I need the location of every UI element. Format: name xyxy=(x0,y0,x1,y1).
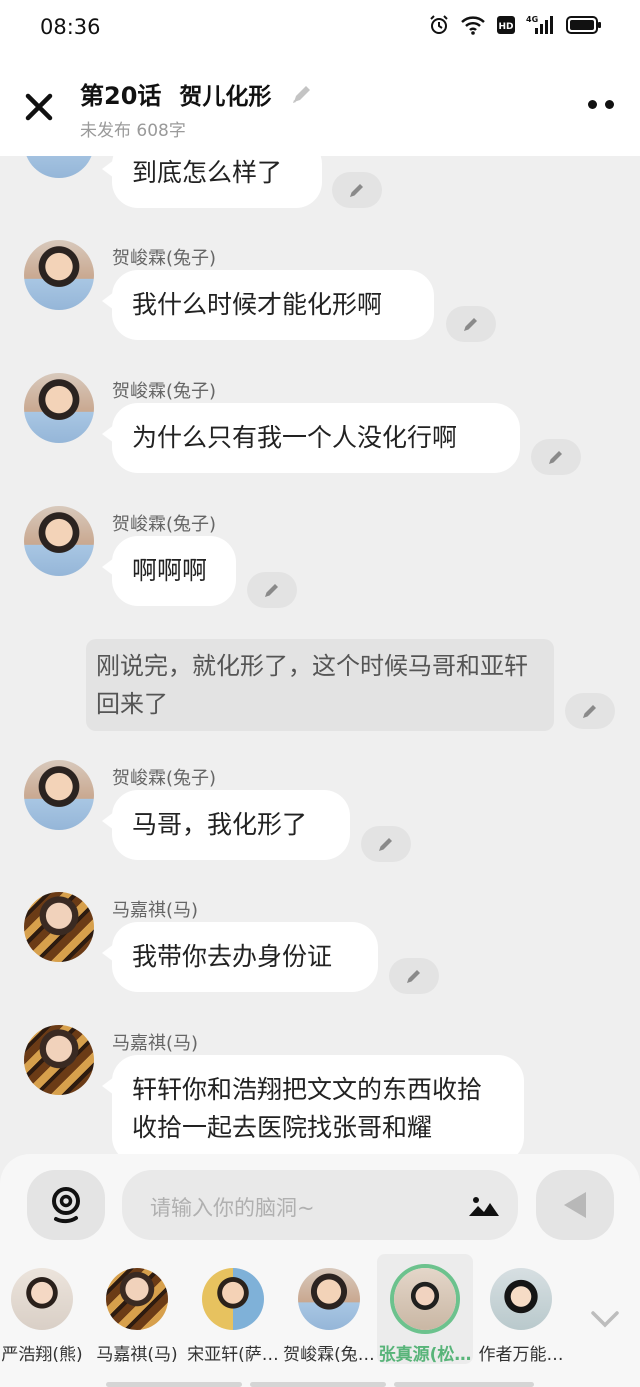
message-text: 到底怎么样了 xyxy=(132,158,283,187)
signal-icon: 4G xyxy=(526,15,553,34)
message-text: 啊啊啊 xyxy=(132,556,208,585)
edit-title-icon[interactable] xyxy=(289,81,315,107)
edit-message-button[interactable] xyxy=(332,172,382,208)
character-label: 宋亚轩(萨… xyxy=(187,1345,279,1365)
chat-area[interactable]: 到底怎么样了 贺峻霖(兔子) 我什么时候才能化形啊 贺峻霖(兔子) 为什么只有我… xyxy=(0,156,640,1156)
character-label: 贺峻霖(兔… xyxy=(283,1345,375,1365)
character-item[interactable]: 宋亚轩(萨… xyxy=(185,1254,281,1365)
character-avatar xyxy=(11,1268,73,1330)
chapter-title[interactable]: 贺儿化形 xyxy=(179,77,271,111)
chevron-down-icon[interactable] xyxy=(590,1310,620,1328)
character-item[interactable]: 马嘉祺(马) xyxy=(89,1254,185,1365)
alarm-icon xyxy=(430,15,448,34)
network-label: 4G xyxy=(526,15,538,24)
character-label: 作者万能… xyxy=(478,1345,564,1365)
pencil-icon xyxy=(464,318,477,331)
chapter-number: 第20话 xyxy=(80,82,162,110)
character-avatar xyxy=(298,1268,360,1330)
pencil-icon xyxy=(265,584,278,597)
message-bubble[interactable]: 到底怎么样了 xyxy=(102,156,322,208)
character-avatar xyxy=(202,1268,264,1330)
edit-message-button[interactable] xyxy=(361,826,411,862)
message-text: 我什么时候才能化形啊 xyxy=(132,290,383,319)
edit-message-button[interactable] xyxy=(446,306,496,342)
character-item[interactable]: 严浩翔(熊) xyxy=(0,1254,90,1365)
avatar[interactable] xyxy=(24,240,94,310)
editor-header: 第20话 贺儿化形 未发布 608字 xyxy=(0,56,640,156)
avatar[interactable] xyxy=(24,892,94,962)
avatar[interactable] xyxy=(24,760,94,830)
character-item-selected[interactable]: 张真源(松… xyxy=(377,1254,473,1365)
speaker-name: 贺峻霖(兔子) xyxy=(112,381,217,402)
character-avatar xyxy=(490,1268,552,1330)
speaker-name: 贺峻霖(兔子) xyxy=(112,248,217,269)
input-bar: 请输入你的脑洞~ xyxy=(0,1154,640,1254)
message-bubble[interactable]: 为什么只有我一个人没化行啊 xyxy=(102,403,520,473)
pencil-icon xyxy=(583,705,596,718)
scroll-indicator xyxy=(250,1382,386,1387)
chapter-status: 未发布 608字 xyxy=(80,121,186,141)
status-icons: HD 4G xyxy=(428,14,602,36)
pencil-icon xyxy=(350,184,363,197)
edit-message-button[interactable] xyxy=(247,572,297,608)
edit-message-button[interactable] xyxy=(389,958,439,994)
battery-icon xyxy=(566,16,601,34)
avatar[interactable] xyxy=(24,156,94,178)
scroll-indicator xyxy=(106,1382,242,1387)
character-avatar xyxy=(394,1268,456,1330)
message-bubble[interactable]: 我带你去办身份证 xyxy=(102,922,378,992)
message-text: 轩轩你和浩翔把文文的东西收拾收拾一起去医院找张哥和耀 xyxy=(132,1075,483,1142)
character-selector: 严浩翔(熊) 马嘉祺(马) 宋亚轩(萨… 贺峻霖(兔… 张真源(松… 作者万能… xyxy=(0,1254,640,1387)
send-icon xyxy=(564,1192,586,1218)
avatar[interactable] xyxy=(24,1025,94,1095)
character-avatar xyxy=(106,1268,168,1330)
voice-button[interactable] xyxy=(27,1170,105,1240)
close-icon[interactable] xyxy=(22,90,56,124)
speaker-name: 贺峻霖(兔子) xyxy=(112,514,217,535)
speaker-name: 马嘉祺(马) xyxy=(112,900,199,921)
message-bubble[interactable]: 我什么时候才能化形啊 xyxy=(102,270,434,340)
svg-text:HD: HD xyxy=(498,22,513,32)
more-options-icon[interactable] xyxy=(588,100,614,109)
message-text: 我带你去办身份证 xyxy=(132,942,333,971)
character-label: 张真源(松… xyxy=(378,1345,472,1365)
hd-icon: HD xyxy=(497,16,515,34)
pencil-icon xyxy=(379,838,392,851)
input-placeholder: 请输入你的脑洞~ xyxy=(150,1196,315,1220)
send-button[interactable] xyxy=(536,1170,614,1240)
image-icon[interactable] xyxy=(468,1192,500,1218)
scroll-indicator xyxy=(394,1382,534,1387)
narration-text[interactable]: 刚说完，就化形了，这个时候马哥和亚轩回来了 xyxy=(86,639,554,731)
status-time: 08:36 xyxy=(40,15,101,39)
swirl-icon xyxy=(52,1187,80,1224)
speaker-name: 马嘉祺(马) xyxy=(112,1033,199,1054)
message-text: 马哥，我化形了 xyxy=(132,810,308,839)
message-text: 为什么只有我一个人没化行啊 xyxy=(132,423,458,452)
avatar[interactable] xyxy=(24,373,94,443)
speaker-name: 贺峻霖(兔子) xyxy=(112,768,217,789)
avatar[interactable] xyxy=(24,506,94,576)
character-item[interactable]: 贺峻霖(兔… xyxy=(281,1254,377,1365)
wifi-icon xyxy=(461,16,485,35)
title-row: 第20话 贺儿化形 xyxy=(80,76,315,111)
message-bubble[interactable]: 啊啊啊 xyxy=(102,536,236,606)
message-input[interactable]: 请输入你的脑洞~ xyxy=(122,1170,518,1240)
character-label: 严浩翔(熊) xyxy=(1,1345,83,1365)
message-bubble[interactable]: 轩轩你和浩翔把文文的东西收拾收拾一起去医院找张哥和耀 xyxy=(102,1055,524,1156)
character-label: 马嘉祺(马) xyxy=(96,1345,178,1365)
edit-message-button[interactable] xyxy=(531,439,581,475)
pencil-icon xyxy=(549,451,562,464)
character-item[interactable]: 作者万能… xyxy=(473,1254,569,1365)
pencil-icon xyxy=(407,970,420,983)
edit-message-button[interactable] xyxy=(565,693,615,729)
message-bubble[interactable]: 马哥，我化形了 xyxy=(102,790,350,860)
status-bar: 08:36 HD 4G xyxy=(0,0,640,56)
